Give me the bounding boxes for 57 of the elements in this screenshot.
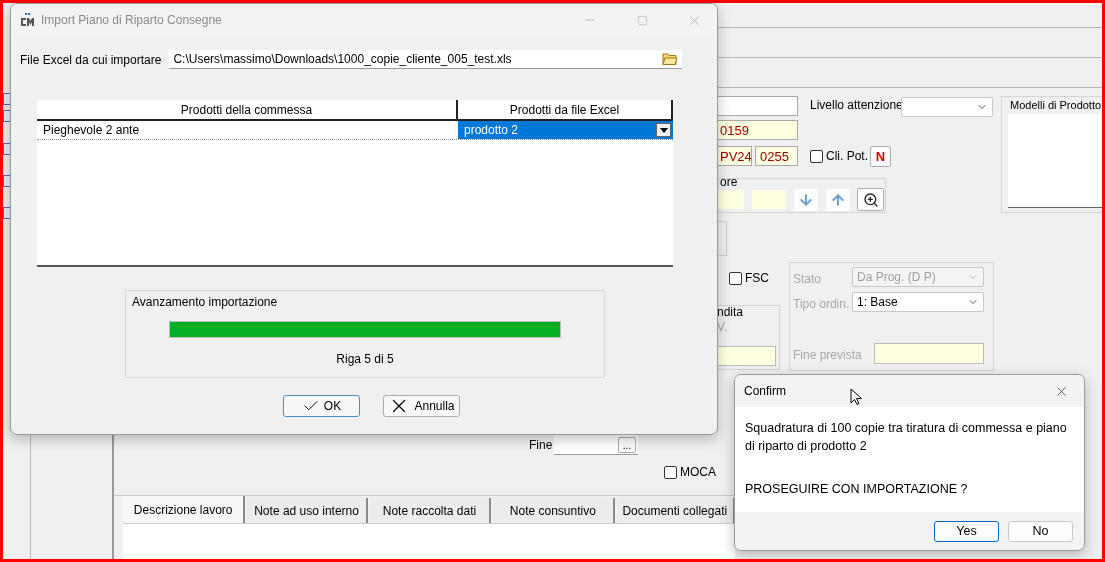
tab[interactable]: Note raccolta dati <box>369 498 492 523</box>
field-label: Fine prevista <box>793 348 862 362</box>
new-button[interactable]: N <box>870 146 891 167</box>
arrow-up-button[interactable] <box>826 189 850 211</box>
arrow-down-button[interactable] <box>794 189 818 211</box>
progress-text: Riga 5 di 5 <box>336 352 394 366</box>
column-header: Prodotti della commessa <box>37 100 458 119</box>
zoom-in-icon <box>862 191 879 208</box>
table-cell-text: Pieghevole 2 ante <box>42 122 141 139</box>
field-label: Livello attenzione <box>810 98 903 112</box>
checkbox[interactable] <box>664 465 677 479</box>
group-title: ndita <box>717 305 744 319</box>
checkbox[interactable] <box>810 149 823 163</box>
field-label: V. <box>717 320 728 334</box>
field-label: Fine <box>529 438 553 452</box>
field-label: File Excel da cui importare <box>20 52 162 67</box>
text-field[interactable] <box>715 96 798 116</box>
file-path-field[interactable]: C:\Users\massimo\Downloads\1000_copie_cliente_005_test.xls <box>169 50 682 69</box>
attention-dropdown[interactable] <box>901 97 993 117</box>
no-button[interactable]: No <box>1008 520 1073 542</box>
text-field[interactable] <box>716 190 744 209</box>
field-label: Stato <box>793 272 822 286</box>
checkbox-label: MOCA <box>680 465 716 479</box>
arrow-down-icon <box>798 192 814 208</box>
app-logo-icon <box>19 12 35 28</box>
checkbox[interactable] <box>729 271 742 285</box>
field-label: Tipo ordin. <box>793 297 850 311</box>
date-picker-button[interactable]: ... <box>618 437 636 453</box>
text-field[interactable] <box>716 346 776 366</box>
cancel-button[interactable]: Annulla <box>383 395 460 417</box>
zoom-button[interactable] <box>857 188 884 211</box>
group-title: Modelli di Prodotto <box>1010 99 1102 111</box>
window-title: Import Piano di Riparto Consegne <box>41 13 222 27</box>
group-title: Avanzamento importazione <box>132 295 278 309</box>
message-text: Squadratura di 100 copie tra tiratura di commessa e piano di riparto di prodotto 2 <box>745 420 1068 455</box>
checkbox-label: Cli. Pot. <box>826 149 868 163</box>
order-type-dropdown[interactable]: 1: Base <box>852 292 984 312</box>
tab[interactable]: Note ad uso interno <box>247 498 368 523</box>
product-dropdown[interactable]: prodotto 2 <box>458 121 673 139</box>
tab[interactable]: Documenti collegati <box>616 498 735 523</box>
code-field[interactable]: 0159 <box>715 120 798 140</box>
date-field[interactable]: ... <box>554 435 638 455</box>
ok-button[interactable]: OK <box>283 395 360 417</box>
tab[interactable]: Note consuntivo <box>493 498 615 523</box>
window-title: Confirm <box>744 384 786 398</box>
text-field[interactable] <box>874 343 984 364</box>
folder-icon[interactable] <box>662 52 678 66</box>
checkbox-label: FSC <box>745 271 769 285</box>
question-text: PROSEGUIRE CON IMPORTAZIONE ? <box>745 482 969 496</box>
caret-icon <box>656 123 671 137</box>
maximize-icon <box>636 14 648 26</box>
column-header: Prodotti da file Excel <box>458 100 673 119</box>
yes-button[interactable]: Yes <box>934 520 999 542</box>
group-title: ore <box>720 175 738 189</box>
arrow-up-icon <box>830 192 846 208</box>
tab[interactable]: Descrizione lavoro <box>123 496 246 523</box>
code-field[interactable]: 0255 <box>755 146 798 166</box>
